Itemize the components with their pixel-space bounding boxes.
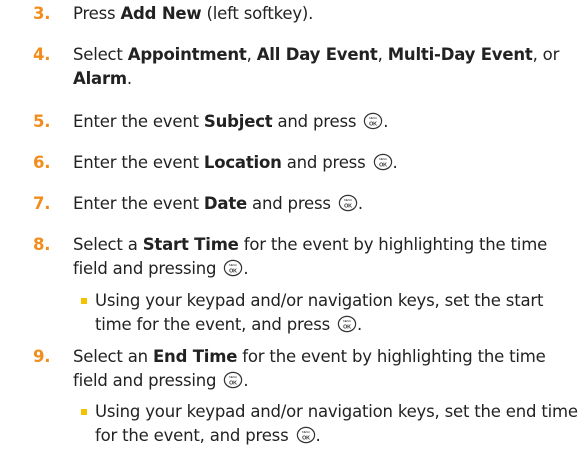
step-number: 6. — [33, 153, 51, 172]
svg-text:MENU: MENU — [344, 198, 352, 202]
svg-text:OK: OK — [302, 436, 310, 442]
sub-bullet-start-time: Using your keypad and/or navigation keys… — [81, 289, 579, 337]
step-text: Enter the event Date and press MENU OK. — [73, 194, 363, 213]
instruction-page: 3. Press Add New (left softkey). 4. Sele… — [0, 0, 585, 452]
svg-text:MENU: MENU — [301, 430, 309, 434]
step-number: 8. — [33, 235, 51, 254]
bullet-square-icon — [81, 409, 87, 415]
svg-text:OK: OK — [230, 269, 238, 275]
bullet-text: Using your keypad and/or navigation keys… — [95, 291, 544, 334]
step-5: 5. Enter the event Subject and press MEN… — [33, 110, 579, 134]
step-9: 9. Select an End Time for the event by h… — [33, 345, 579, 393]
step-8: 8. Select a Start Time for the event by … — [33, 233, 579, 281]
step-number: 9. — [33, 347, 51, 366]
svg-text:OK: OK — [230, 381, 238, 387]
bullet-text: Using your keypad and/or navigation keys… — [95, 402, 578, 445]
svg-text:OK: OK — [344, 204, 352, 210]
svg-text:MENU: MENU — [229, 263, 237, 267]
menu-ok-key-icon: MENU OK — [373, 153, 392, 171]
step-text: Select Appointment, All Day Event, Multi… — [73, 45, 560, 88]
menu-ok-key-icon: MENU OK — [338, 194, 358, 212]
bullet-square-icon — [81, 298, 87, 304]
step-text: Select an End Time for the event by high… — [73, 347, 546, 390]
menu-ok-key-icon: MENU OK — [296, 426, 315, 444]
step-number: 4. — [33, 45, 51, 64]
step-number: 3. — [33, 4, 51, 23]
step-4: 4. Select Appointment, All Day Event, Mu… — [33, 43, 579, 91]
menu-ok-key-icon: MENU OK — [337, 315, 357, 333]
svg-text:MENU: MENU — [369, 116, 377, 120]
svg-text:OK: OK — [343, 325, 351, 331]
step-6: 6. Enter the event Location and press ME… — [33, 151, 579, 175]
menu-ok-key-icon: MENU OK — [364, 112, 383, 130]
step-text: Press Add New (left softkey). — [73, 4, 314, 23]
step-7: 7. Enter the event Date and press MENU OK… — [33, 192, 579, 216]
step-3: 3. Press Add New (left softkey). — [33, 2, 579, 26]
step-text: Enter the event Subject and press MENU OK… — [73, 112, 389, 131]
menu-ok-key-icon: MENU OK — [224, 259, 243, 277]
step-text: Select a Start Time for the event by hig… — [73, 235, 548, 278]
step-number: 7. — [33, 194, 51, 213]
step-number: 5. — [33, 112, 51, 131]
svg-text:MENU: MENU — [229, 375, 237, 379]
svg-text:OK: OK — [379, 163, 387, 169]
menu-ok-key-icon: MENU OK — [224, 371, 243, 389]
svg-text:OK: OK — [369, 122, 377, 128]
step-text: Enter the event Location and press MENU O… — [73, 153, 398, 172]
svg-text:MENU: MENU — [379, 157, 387, 161]
sub-bullet-end-time: Using your keypad and/or navigation keys… — [81, 400, 579, 448]
svg-text:MENU: MENU — [343, 319, 351, 323]
